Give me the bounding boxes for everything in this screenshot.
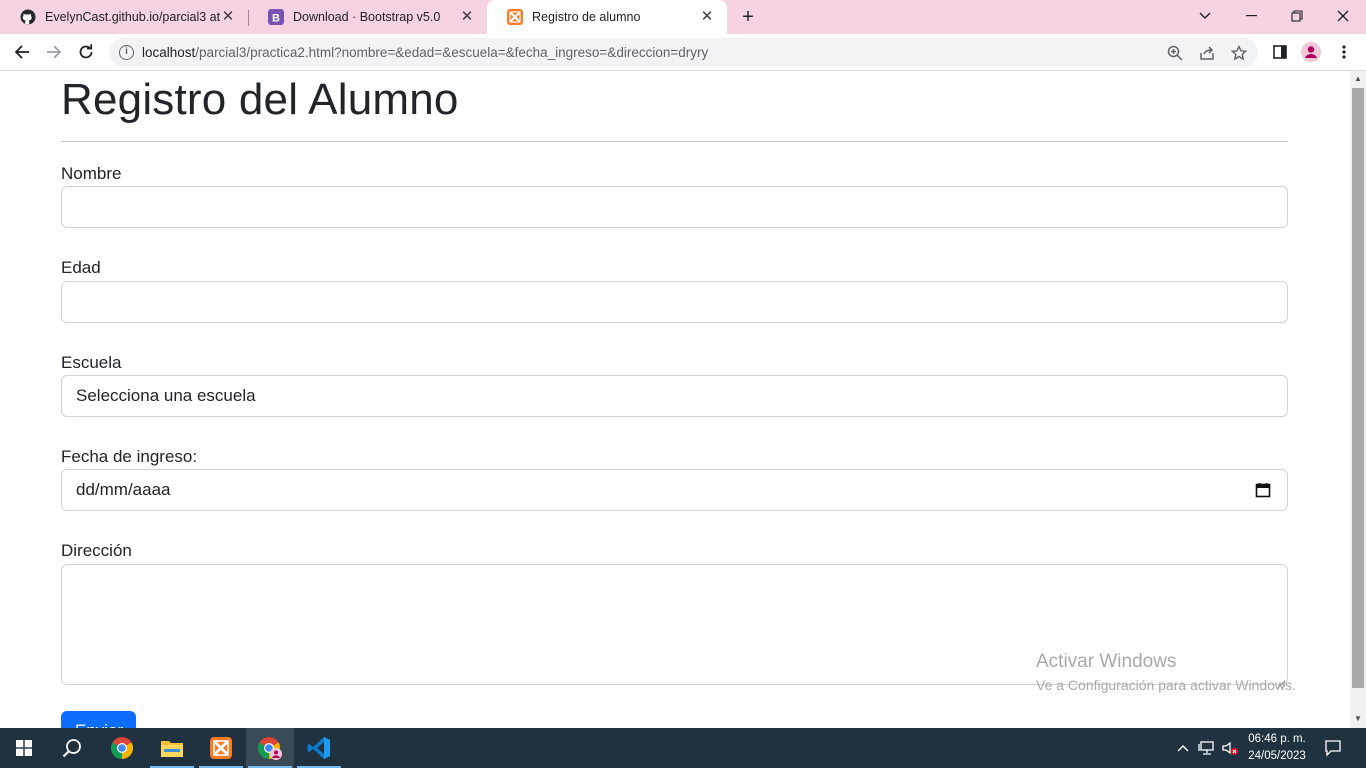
close-tab-icon[interactable]: ✕: [459, 9, 475, 25]
fecha-ingreso-input[interactable]: dd/mm/aaaa: [61, 469, 1288, 511]
tab-bootstrap[interactable]: B Download · Bootstrap v5.0 ✕: [248, 0, 487, 34]
windows-taskbar: 06:46 p. m. 24/05/2023: [0, 728, 1366, 768]
xampp-icon[interactable]: [197, 728, 245, 768]
divider: [61, 141, 1288, 142]
notifications-icon[interactable]: [1324, 739, 1342, 757]
page-title: Registro del Alumno: [61, 75, 459, 124]
show-hidden-icons-chevron-icon[interactable]: [1174, 739, 1192, 757]
back-icon[interactable]: [9, 39, 35, 65]
share-icon[interactable]: [1198, 44, 1216, 62]
chrome-icon[interactable]: [98, 728, 146, 768]
reload-icon[interactable]: [73, 39, 99, 65]
volume-muted-icon[interactable]: [1221, 739, 1239, 757]
tab-title: EvelynCast.github.io/parcial3 at m: [45, 10, 221, 24]
edad-input[interactable]: [61, 281, 1288, 323]
activate-windows-subtitle: Ve a Configuración para activar Windows.: [1036, 677, 1296, 693]
file-explorer-icon[interactable]: [148, 728, 196, 768]
close-tab-icon[interactable]: ✕: [699, 9, 715, 25]
tab-registro[interactable]: Registro de alumno ✕: [487, 0, 727, 34]
browser-toolbar: i localhost/parcial3/practica2.html?nomb…: [0, 34, 1366, 71]
page-scrollbar[interactable]: ▲ ▼: [1350, 71, 1366, 728]
scroll-down-icon[interactable]: ▼: [1354, 715, 1362, 723]
nombre-input[interactable]: [61, 186, 1288, 228]
site-info-icon[interactable]: i: [119, 45, 134, 60]
address-bar[interactable]: i localhost/parcial3/practica2.html?nomb…: [109, 38, 1258, 67]
profile-avatar-icon[interactable]: [1301, 42, 1321, 62]
tab-title: Download · Bootstrap v5.0: [293, 10, 441, 24]
search-icon[interactable]: [48, 728, 96, 768]
fecha-label: Fecha de ingreso:: [61, 447, 198, 466]
chrome-profile-icon[interactable]: [246, 728, 294, 768]
taskbar-clock[interactable]: 06:46 p. m. 24/05/2023: [1240, 731, 1314, 765]
close-window-icon[interactable]: [1330, 4, 1356, 28]
nombre-label: Nombre: [61, 164, 122, 183]
vscode-icon[interactable]: [295, 728, 343, 768]
scroll-up-icon[interactable]: ▲: [1354, 75, 1362, 83]
escuela-selected-value: Selecciona una escuela: [76, 386, 256, 405]
side-panel-icon[interactable]: [1270, 42, 1290, 62]
tab-title: Registro de alumno: [532, 10, 641, 24]
new-tab-icon[interactable]: +: [737, 6, 759, 28]
fecha-placeholder: dd/mm/aaaa: [76, 480, 171, 499]
tab-strip: EvelynCast.github.io/parcial3 at m ✕ B D…: [0, 0, 1366, 34]
menu-kebab-icon[interactable]: [1334, 42, 1354, 62]
github-icon: [20, 9, 36, 25]
zoom-icon[interactable]: [1166, 44, 1184, 62]
scroll-thumb[interactable]: [1352, 88, 1364, 688]
minimize-icon[interactable]: [1238, 4, 1264, 28]
calendar-icon[interactable]: [1255, 482, 1271, 498]
bootstrap-icon: B: [268, 9, 284, 25]
edad-label: Edad: [61, 258, 101, 277]
bookmark-star-icon[interactable]: [1230, 44, 1248, 62]
xampp-icon: [507, 9, 523, 25]
direccion-label: Dirección: [61, 541, 132, 560]
network-icon[interactable]: [1198, 739, 1216, 757]
svg-text:B: B: [272, 13, 280, 25]
windows-start-icon[interactable]: [0, 728, 48, 768]
tab-github[interactable]: EvelynCast.github.io/parcial3 at m ✕: [0, 0, 248, 34]
forward-icon[interactable]: [41, 39, 67, 65]
restore-icon[interactable]: [1284, 4, 1310, 28]
url-text: localhost/parcial3/practica2.html?nombre…: [142, 45, 709, 60]
escuela-label: Escuela: [61, 353, 122, 372]
clock-time: 06:46 p. m.: [1248, 733, 1306, 745]
clock-date: 24/05/2023: [1248, 750, 1306, 762]
activate-windows-title: Activar Windows: [1036, 651, 1177, 672]
escuela-select[interactable]: Selecciona una escuela: [61, 375, 1288, 417]
close-tab-icon[interactable]: ✕: [220, 9, 236, 25]
page-viewport: Registro del Alumno Nombre Edad Escuela …: [0, 71, 1350, 728]
submit-button[interactable]: Enviar: [61, 711, 136, 728]
tab-search-icon[interactable]: [1192, 4, 1218, 28]
